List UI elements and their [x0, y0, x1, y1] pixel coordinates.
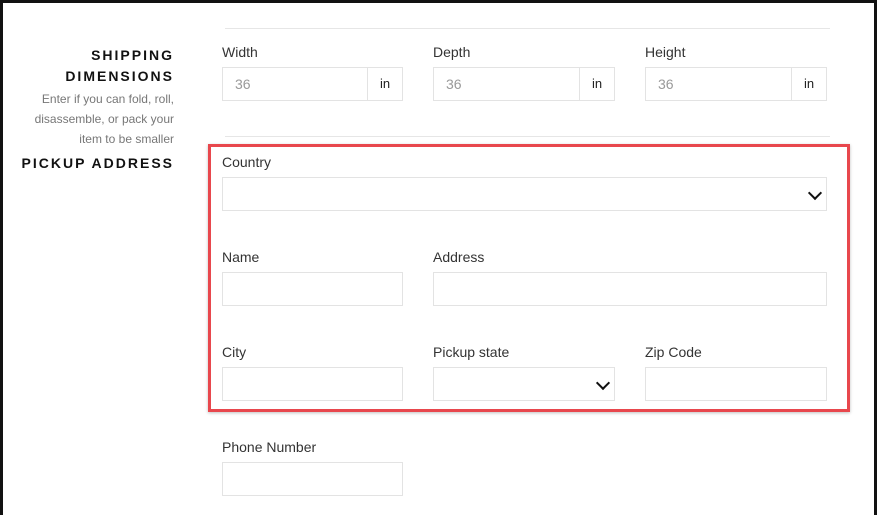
shipping-dimensions-title: SHIPPING DIMENSIONS — [65, 45, 174, 87]
shipping-title-line2: DIMENSIONS — [65, 68, 174, 84]
height-unit: in — [791, 67, 827, 101]
height-label: Height — [645, 44, 686, 60]
zip-code-input[interactable] — [645, 367, 827, 401]
pickup-address-title: PICKUP ADDRESS — [21, 155, 174, 171]
phone-number-input[interactable] — [222, 462, 403, 496]
help-line1: Enter if you can fold, roll, — [41, 92, 174, 106]
height-input[interactable]: 36 — [645, 67, 791, 101]
section-divider — [225, 136, 830, 137]
depth-input-group: 36 in — [433, 67, 615, 101]
depth-input[interactable]: 36 — [433, 67, 579, 101]
chevron-down-icon — [595, 375, 611, 391]
city-label: City — [222, 344, 247, 360]
top-divider — [225, 28, 830, 29]
help-line2: disassemble, or pack your — [34, 112, 174, 126]
depth-unit: in — [579, 67, 615, 101]
pickup-state-label: Pickup state — [433, 344, 510, 360]
name-label: Name — [222, 249, 260, 265]
depth-label: Depth — [433, 44, 471, 60]
city-input[interactable] — [222, 367, 403, 401]
zip-code-label: Zip Code — [645, 344, 702, 360]
shipping-dimensions-help: Enter if you can fold, roll, disassemble… — [14, 89, 174, 149]
width-input-group: 36 in — [222, 67, 403, 101]
country-select[interactable] — [222, 177, 827, 211]
help-line3: item to be smaller — [79, 132, 174, 146]
width-input[interactable]: 36 — [222, 67, 367, 101]
shipping-title-line1: SHIPPING — [91, 47, 174, 63]
phone-number-label: Phone Number — [222, 439, 317, 455]
width-label: Width — [222, 44, 258, 60]
country-label: Country — [222, 154, 272, 170]
name-input[interactable] — [222, 272, 403, 306]
width-unit: in — [367, 67, 403, 101]
address-label: Address — [433, 249, 485, 265]
pickup-state-select[interactable] — [433, 367, 615, 401]
chevron-down-icon — [807, 185, 823, 201]
address-input[interactable] — [433, 272, 827, 306]
form-frame: SHIPPING DIMENSIONS Enter if you can fol… — [0, 0, 877, 515]
height-input-group: 36 in — [645, 67, 827, 101]
